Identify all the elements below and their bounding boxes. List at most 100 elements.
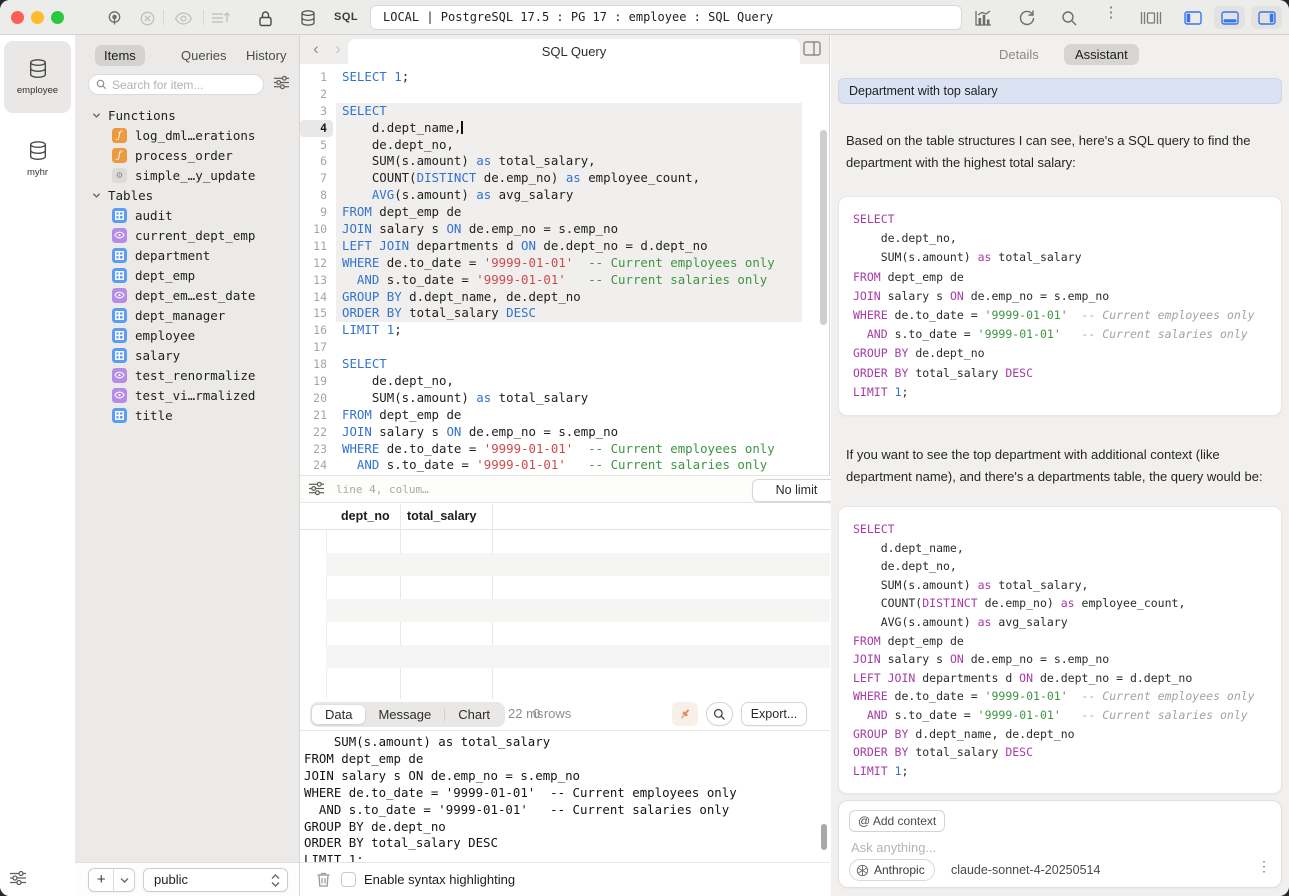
split-view-icon[interactable] [803,41,821,56]
column-header-dept-no[interactable]: dept_no [341,509,390,523]
pin-result-button[interactable] [672,702,698,726]
filter-sliders-icon[interactable] [273,75,290,90]
tree-item-employee[interactable]: employee [75,325,300,345]
settings-sliders-icon[interactable] [9,870,27,886]
tab-data[interactable]: Data [312,705,365,724]
tree-item-process_order[interactable]: ƒprocess_order [75,145,300,165]
grid-row-empty[interactable] [300,530,830,553]
code-line[interactable]: SELECT [342,356,775,373]
database-icon[interactable] [297,7,319,29]
code-line[interactable]: LEFT JOIN departments d ON de.dept_no = … [342,238,775,255]
code-line[interactable]: SUM(s.amount) as total_salary, [342,153,775,170]
tree-item-dept_emp[interactable]: dept_emp [75,265,300,285]
tree-item-test_virmalized[interactable]: test_vi…rmalized [75,385,300,405]
close-window-button[interactable] [11,11,24,24]
connection-myhr[interactable]: myhr [4,123,71,195]
tree-item-dept_emest_date[interactable]: dept_em…est_date [75,285,300,305]
code-line[interactable]: AND s.to_date = '9999-01-01' -- Current … [342,457,775,474]
forward-button[interactable]: › [326,37,350,61]
schema-select[interactable]: public [143,868,288,892]
provider-selector[interactable]: Anthropic [849,859,935,881]
tree-section-functions[interactable]: Functions [75,105,300,125]
code-line[interactable]: LIMIT 1; [342,322,775,339]
code-line[interactable]: SELECT 1; [342,69,775,86]
tree-item-log_dmlerations[interactable]: ƒlog_dml…erations [75,125,300,145]
ask-anything-input[interactable] [851,840,1151,855]
tree-item-title[interactable]: title [75,405,300,425]
add-context-chip[interactable]: @ Add context [849,810,945,832]
center-layout-icon[interactable] [1140,7,1162,29]
chart-toolbar-icon[interactable] [972,7,994,29]
search-input[interactable] [112,78,252,92]
zoom-window-button[interactable] [51,11,64,24]
plus-icon[interactable]: + [89,869,114,891]
preview-eye-icon[interactable] [172,7,194,29]
message-panel[interactable]: SUM(s.amount) as total_salaryFROM dept_e… [300,730,830,862]
tree-item-audit[interactable]: audit [75,205,300,225]
code-line[interactable] [342,86,775,103]
tree-item-current_dept_emp[interactable]: current_dept_emp [75,225,300,245]
trash-icon[interactable] [316,871,331,888]
refresh-icon[interactable] [1016,7,1038,29]
export-button[interactable]: Export... [741,702,807,726]
grid-row-empty[interactable] [326,553,830,576]
toggle-right-panel-button[interactable] [1251,6,1282,29]
editor-settings-sliders-icon[interactable] [308,481,325,496]
code-line[interactable]: JOIN salary s ON de.emp_no = s.emp_no [342,221,775,238]
sql-mode-badge[interactable]: SQL [334,11,358,23]
code-line[interactable]: JOIN salary s ON de.emp_no = s.emp_no [342,424,775,441]
grid-row-empty[interactable] [326,645,830,668]
code-line[interactable]: WHERE de.to_date = '9999-01-01' -- Curre… [342,441,775,458]
code-line[interactable]: SUM(s.amount) as total_salary [342,390,775,407]
column-header-total-salary[interactable]: total_salary [407,509,476,523]
editor-scrollbar[interactable] [820,130,827,325]
tab-message[interactable]: Message [365,705,444,724]
code-line[interactable]: GROUP BY d.dept_name, de.dept_no [342,289,775,306]
code-line[interactable]: ORDER BY total_salary DESC [342,305,775,322]
grid-row-empty[interactable] [326,599,830,622]
tab-history[interactable]: History [237,45,295,66]
composer-kebab-icon[interactable]: ⋮ [1257,861,1271,871]
disconnect-icon[interactable] [136,7,158,29]
grid-row-empty[interactable] [300,622,830,645]
code-line[interactable]: d.dept_name, [342,120,775,137]
search-toolbar-icon[interactable] [1058,7,1080,29]
tab-chart[interactable]: Chart [445,705,503,724]
tree-item-dept_manager[interactable]: dept_manager [75,305,300,325]
code-line[interactable] [342,339,775,356]
code-line[interactable]: AVG(s.amount) as avg_salary [342,187,775,204]
tab-details[interactable]: Details [999,47,1039,62]
connection-employee[interactable]: employee [4,41,71,113]
tab-items[interactable]: Items [95,45,145,66]
code-line[interactable]: WHERE de.to_date = '9999-01-01' -- Curre… [342,255,775,272]
grid-row-empty[interactable] [300,668,830,691]
tree-item-test_renormalize[interactable]: test_renormalize [75,365,300,385]
tab-assistant[interactable]: Assistant [1064,44,1139,65]
tree-item-simple_y_update[interactable]: ⚙simple_…y_update [75,165,300,185]
add-item-button[interactable]: + [88,868,135,892]
add-item-dropdown[interactable] [114,869,134,891]
toggle-left-sidebar-button[interactable] [1177,6,1208,29]
tree-section-tables[interactable]: Tables [75,185,300,205]
code-line[interactable]: COUNT(DISTINCT de.emp_no) as employee_co… [342,170,775,187]
more-options-kebab-icon[interactable]: ⋮ [1100,7,1122,29]
sql-editor[interactable]: 123456789101112131415161718192021222324 … [300,64,830,475]
tree-item-salary[interactable]: salary [75,345,300,365]
tab-sql-query[interactable]: SQL Query [348,39,800,64]
tree-item-department[interactable]: department [75,245,300,265]
sidebar-search[interactable] [88,74,264,95]
back-button[interactable]: ‹ [304,37,328,61]
lock-icon[interactable] [254,7,276,29]
model-name-label[interactable]: claude-sonnet-4-20250514 [951,863,1100,877]
code-line[interactable]: AND s.to_date = '9999-01-01' -- Current … [342,272,775,289]
message-scrollbar[interactable] [821,824,827,850]
code-line[interactable]: de.dept_no, [342,137,775,154]
code-line[interactable]: FROM dept_emp de [342,407,775,424]
grid-row-empty[interactable] [300,576,830,599]
code-line[interactable]: SELECT [342,103,775,120]
tab-queries[interactable]: Queries [172,45,236,66]
results-grid[interactable]: dept_no total_salary [300,504,830,699]
connection-status-icon[interactable] [103,7,125,29]
minimize-window-button[interactable] [31,11,44,24]
syntax-highlighting-checkbox[interactable] [341,872,356,887]
